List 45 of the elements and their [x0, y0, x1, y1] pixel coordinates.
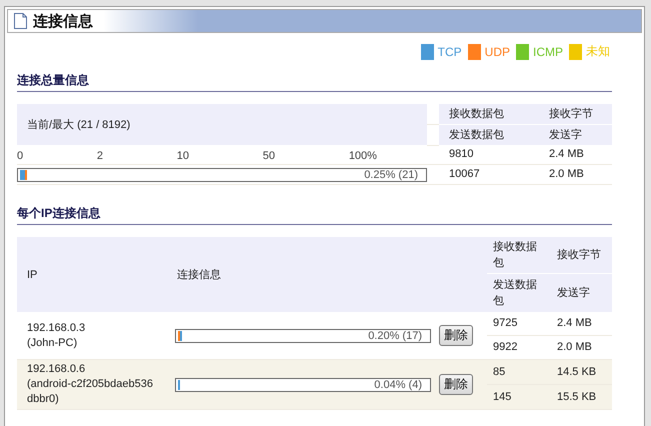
column-header: 发送字	[557, 287, 590, 299]
bar-reading: 0.04% (4)	[374, 378, 422, 392]
scale-label: 10	[176, 148, 190, 164]
table-cell: 15.5 KB	[557, 390, 596, 402]
header-text: 当前/最大 (21 / 8192)	[27, 118, 130, 130]
window-title: 连接信息	[33, 12, 93, 30]
scale-label: 0	[17, 148, 24, 164]
bar-reading: 0.25% (21)	[364, 168, 418, 182]
legend-label: TCP	[438, 44, 462, 58]
legend-label: UDP	[484, 44, 510, 58]
table-cell: 2.0 MB	[557, 341, 592, 353]
delete-button[interactable]: 删除	[439, 374, 473, 395]
table-cell: 9810	[449, 148, 474, 160]
column-header: 发送数据包	[493, 279, 537, 307]
scale-label: 2	[96, 148, 104, 164]
table-cell: 14.5 KB	[557, 366, 596, 378]
table-cell: 2.4 MB	[557, 317, 592, 329]
table-cell: 85	[493, 366, 506, 378]
column-header: 连接信息	[177, 268, 221, 280]
bar-reading: 0.20% (17)	[368, 330, 422, 342]
table-cell: 9725	[493, 317, 518, 329]
scale-label: 100%	[348, 148, 377, 164]
legend-label: ICMP	[533, 44, 563, 58]
table-cell: 2.4 MB	[549, 148, 584, 160]
table-cell-text: 192.168.0.3	[27, 320, 86, 336]
table-cell-text: (John-PC)	[27, 336, 78, 350]
column-header: 接收字节	[549, 108, 593, 120]
delete-button[interactable]: 删除	[439, 325, 473, 346]
scale-label: 50	[262, 148, 276, 164]
column-header: IP	[27, 268, 38, 280]
table-cell-text: (android-c2f205bdaeb536dbbr0)	[27, 377, 154, 407]
column-header: 发送数据包	[449, 129, 504, 141]
table-cell-text: 192.168.0.6	[27, 362, 86, 377]
table-cell: 10067	[449, 168, 480, 180]
column-header: 接收数据包	[449, 108, 504, 120]
table-cell: 145	[493, 390, 512, 402]
column-header: 发送字	[549, 129, 582, 141]
table-cell: 2.0 MB	[549, 168, 584, 180]
legend-label: 未知	[586, 43, 610, 60]
section-title: 每个IP连接信息	[17, 205, 612, 225]
document-icon	[14, 13, 27, 29]
table-cell: 9922	[493, 341, 518, 353]
column-header: 接收字节	[557, 249, 601, 261]
column-header: 接收数据包	[493, 241, 537, 269]
section-title: 连接总量信息	[17, 72, 612, 92]
